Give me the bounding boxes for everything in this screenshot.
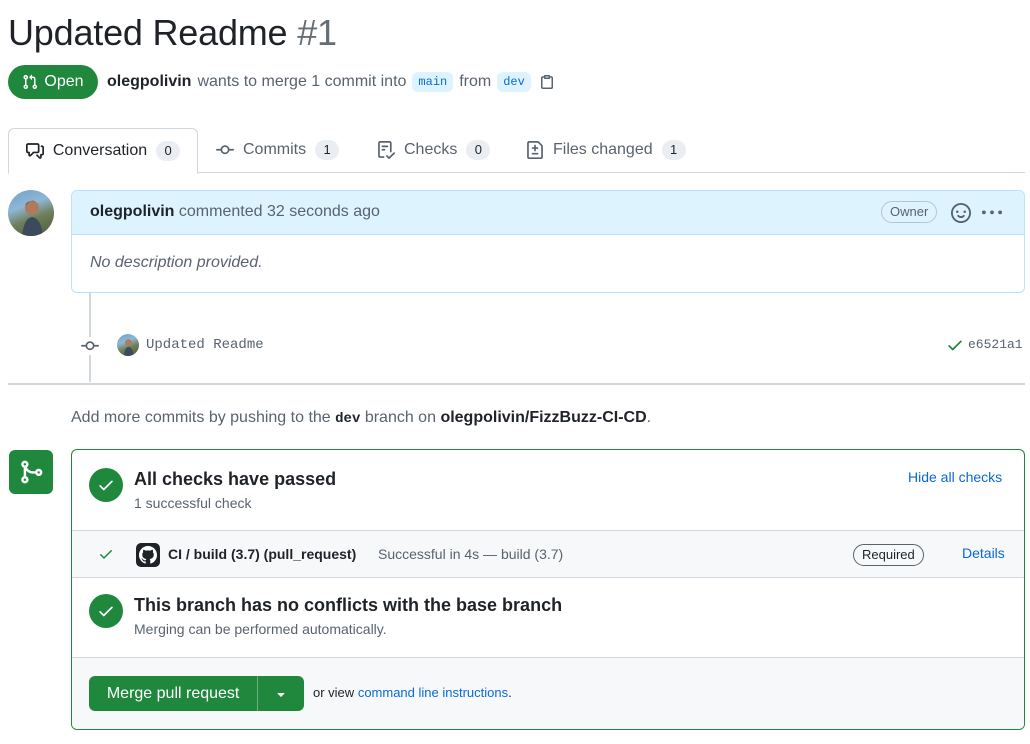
merge-text: wants to merge 1 commit into bbox=[197, 73, 407, 90]
details-link[interactable]: Details bbox=[962, 545, 1005, 561]
tab-checks[interactable]: Checks 0 bbox=[377, 128, 491, 171]
from-text: from bbox=[459, 73, 492, 90]
git-merge-icon bbox=[9, 450, 53, 494]
merge-button-group: Merge pull request bbox=[89, 676, 304, 711]
check-circle-icon bbox=[89, 594, 123, 628]
pr-state-label: Open bbox=[44, 73, 84, 90]
tab-label: Files changed bbox=[553, 140, 653, 158]
git-commit-icon bbox=[216, 144, 234, 154]
tab-commits[interactable]: Commits 1 bbox=[216, 128, 340, 171]
pr-title: Updated Readme bbox=[8, 12, 288, 53]
triangle-down-icon bbox=[277, 692, 285, 697]
comment-timestamp[interactable]: commented 32 seconds ago bbox=[179, 203, 380, 220]
git-pull-request-icon bbox=[23, 74, 38, 90]
commit-sha-link[interactable]: e6521a1 bbox=[968, 337, 1023, 352]
conflicts-summary: This branch has no conflicts with the ba… bbox=[72, 577, 1024, 657]
pr-author-link[interactable]: olegpolivin bbox=[107, 73, 191, 91]
tab-label: Commits bbox=[243, 140, 307, 158]
checklist-icon bbox=[378, 140, 395, 159]
page-title: Updated Readme #1 bbox=[8, 12, 337, 54]
checks-title: All checks have passed bbox=[134, 469, 337, 489]
smiley-icon[interactable] bbox=[951, 203, 971, 223]
tab-label: Conversation bbox=[52, 142, 148, 159]
copy-icon[interactable] bbox=[539, 74, 555, 90]
pr-state-badge: Open bbox=[8, 65, 98, 99]
or-view-text: or view bbox=[313, 685, 355, 700]
hint-prefix: Add more commits by pushing to the bbox=[71, 409, 331, 426]
check-circle-icon bbox=[89, 468, 123, 502]
head-branch[interactable]: dev bbox=[497, 72, 531, 92]
check-status: Successful in 4s — build (3.7) bbox=[378, 546, 564, 562]
avatar-image bbox=[123, 339, 134, 356]
comment-body: No description provided. bbox=[90, 254, 263, 271]
command-line-hint: or view command line instructions. bbox=[313, 685, 512, 700]
command-line-instructions-link[interactable]: command line instructions bbox=[358, 685, 508, 700]
tab-counter: 0 bbox=[466, 139, 491, 160]
git-commit-icon bbox=[81, 337, 99, 355]
checks-subtitle: 1 successful check bbox=[134, 495, 252, 511]
comment-meta: olegpolivin commented 32 seconds ago bbox=[90, 203, 380, 221]
tab-label: Checks bbox=[404, 140, 458, 158]
check-row: CI / build (3.7) (pull_request) Successf… bbox=[72, 530, 1024, 578]
or-view-suffix: . bbox=[508, 685, 512, 700]
comment-box: olegpolivin commented 32 seconds ago Own… bbox=[71, 190, 1025, 293]
merge-summary: olegpolivin wants to merge 1 commit into… bbox=[107, 70, 555, 94]
comment-header: olegpolivin commented 32 seconds ago Own… bbox=[72, 191, 1024, 235]
pr-tabs: Conversation 0 Commits 1 Checks 0 Files … bbox=[8, 128, 1025, 174]
hint-middle: branch on bbox=[364, 409, 436, 426]
hint-repo: olegpolivin/FizzBuzz-CI-CD bbox=[440, 409, 647, 426]
kebab-menu-icon[interactable] bbox=[982, 203, 1002, 223]
hide-all-checks-link[interactable]: Hide all checks bbox=[908, 469, 1002, 485]
checks-summary: All checks have passed 1 successful chec… bbox=[72, 450, 1024, 530]
author-avatar[interactable] bbox=[8, 190, 54, 236]
file-diff-icon bbox=[527, 140, 543, 159]
github-logo-icon bbox=[136, 543, 160, 567]
tab-counter: 0 bbox=[156, 141, 181, 161]
comment-discussion-icon bbox=[25, 143, 44, 159]
commit-author-avatar[interactable] bbox=[117, 334, 139, 356]
required-badge: Required bbox=[853, 544, 924, 566]
merge-box: All checks have passed 1 successful chec… bbox=[71, 449, 1025, 730]
tab-files-changed[interactable]: Files changed 1 bbox=[526, 128, 686, 171]
tab-counter: 1 bbox=[315, 139, 340, 160]
comment-author-link[interactable]: olegpolivin bbox=[90, 203, 174, 220]
base-branch[interactable]: main bbox=[412, 72, 454, 92]
merge-method-dropdown[interactable] bbox=[258, 676, 304, 711]
push-hint: Add more commits by pushing to the dev b… bbox=[71, 409, 651, 427]
conflicts-subtitle: Merging can be performed automatically. bbox=[134, 621, 387, 637]
check-name: CI / build (3.7) (pull_request) bbox=[168, 546, 357, 562]
merge-pull-request-button[interactable]: Merge pull request bbox=[89, 676, 259, 711]
conflicts-title: This branch has no conflicts with the ba… bbox=[134, 595, 563, 615]
owner-badge: Owner bbox=[881, 201, 938, 223]
check-icon bbox=[100, 550, 112, 559]
tab-conversation[interactable]: Conversation 0 bbox=[8, 128, 198, 174]
check-icon bbox=[948, 340, 962, 351]
hint-branch: dev bbox=[335, 411, 361, 427]
timeline-divider bbox=[8, 383, 1025, 385]
avatar-image bbox=[22, 200, 43, 236]
pr-number: #1 bbox=[297, 12, 337, 53]
tab-counter: 1 bbox=[661, 139, 686, 160]
hint-suffix: . bbox=[646, 409, 652, 426]
merge-footer: Merge pull request or view command line … bbox=[72, 657, 1024, 729]
commit-message-link[interactable]: Updated Readme bbox=[146, 337, 264, 353]
